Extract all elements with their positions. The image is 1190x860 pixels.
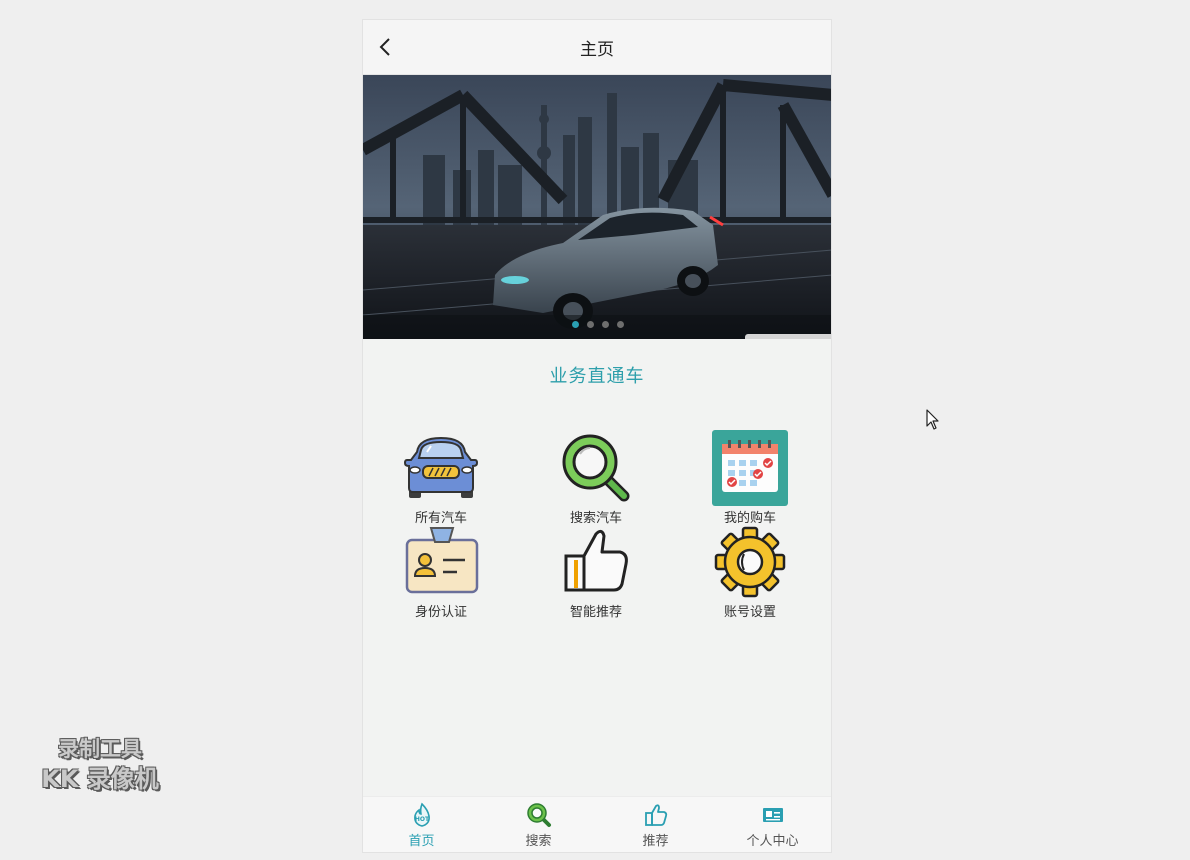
tab-label: 搜索 (525, 834, 552, 849)
hot-flame-icon: HOT (414, 802, 430, 827)
grid-item-account-settings[interactable]: 账号设置 (690, 524, 810, 620)
banner-carousel[interactable] (363, 75, 831, 339)
svg-text:HOT: HOT (415, 816, 430, 823)
tab-label: 推荐 (642, 834, 669, 849)
search-icon (527, 803, 551, 827)
scroll-indicator (745, 334, 831, 339)
thumbs-up-icon (564, 529, 628, 592)
tab-label: 首页 (408, 834, 435, 849)
calendar-icon (712, 430, 788, 506)
watermark-line-2: KK 录像机 (41, 765, 159, 793)
phone-frame: 主页 业务直通车 所有汽车 搜索汽车 我的购车 身份认证 智能推荐 账号设置 H… (362, 19, 832, 853)
grid-item-label: 账号设置 (723, 605, 776, 620)
grid-item-label: 智能推荐 (569, 605, 622, 620)
tab-home[interactable]: HOT 首页 (363, 797, 480, 852)
magnifier-icon (562, 434, 630, 502)
grid-item-recommend[interactable]: 智能推荐 (536, 524, 656, 620)
id-card-icon (405, 527, 479, 594)
banner-image (363, 75, 831, 339)
grid-item-identity[interactable]: 身份认证 (381, 524, 501, 620)
navbar: 主页 (363, 20, 831, 75)
tab-profile[interactable]: 个人中心 (714, 797, 831, 852)
carousel-dot[interactable] (602, 321, 609, 328)
gear-icon (714, 526, 786, 598)
carousel-dot[interactable] (572, 321, 579, 328)
profile-card-icon (763, 808, 783, 822)
recorder-watermark: 录制工具 KK 录像机 (30, 734, 170, 794)
car-icon (403, 436, 479, 498)
thumbs-up-icon (645, 804, 668, 826)
tab-search[interactable]: 搜索 (480, 797, 597, 852)
carousel-indicators (363, 321, 831, 328)
grid-item-my-purchase[interactable]: 我的购车 (690, 430, 810, 526)
carousel-dot[interactable] (617, 321, 624, 328)
carousel-dot[interactable] (587, 321, 594, 328)
page-title: 主页 (580, 40, 614, 60)
watermark-line-1: 录制工具 (58, 737, 142, 761)
tab-recommend[interactable]: 推荐 (597, 797, 714, 852)
grid-item-all-cars[interactable]: 所有汽车 (381, 430, 501, 526)
mouse-cursor-icon (926, 409, 939, 430)
section-title: 业务直通车 (549, 366, 645, 387)
grid-item-search-cars[interactable]: 搜索汽车 (536, 430, 656, 526)
grid-item-label: 身份认证 (414, 605, 467, 620)
bottom-tabbar: HOT 首页 搜索 推荐 个人中心 (363, 796, 831, 852)
tab-label: 个人中心 (746, 834, 799, 849)
